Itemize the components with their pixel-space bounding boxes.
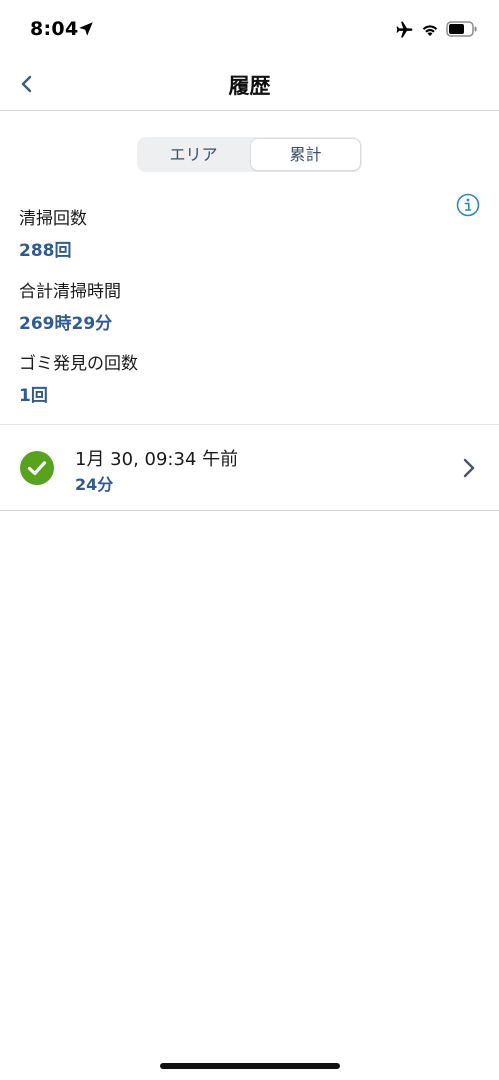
- divider: [0, 510, 499, 511]
- history-duration: 24分: [75, 475, 114, 494]
- home-indicator[interactable]: [160, 1063, 340, 1069]
- wifi-icon: [422, 25, 438, 37]
- info-icon[interactable]: [456, 193, 480, 217]
- airplane-icon: [396, 21, 413, 38]
- stat-value-dirt-detected: 1回: [19, 386, 48, 406]
- stat-value-cleaning-count: 288回: [19, 241, 72, 261]
- segmented-control: エリア 累計: [137, 137, 362, 172]
- history-date: 1月 30, 09:34 午前: [75, 449, 239, 470]
- status-time: 8:04: [30, 18, 79, 40]
- page-title: 履歴: [228, 74, 271, 98]
- location-arrow-icon: [79, 22, 93, 36]
- check-circle-icon: [20, 451, 54, 485]
- navigation-bar: 履歴: [0, 58, 499, 111]
- status-bar: 8:04: [0, 0, 499, 58]
- history-row[interactable]: 1月 30, 09:34 午前 24分: [0, 426, 499, 510]
- segment-area[interactable]: エリア: [139, 139, 248, 170]
- chevron-right-icon: [463, 458, 475, 478]
- stat-label-dirt-detected: ゴミ発見の回数: [19, 354, 138, 374]
- stat-label-cleaning-count: 清掃回数: [19, 209, 87, 229]
- divider: [0, 424, 499, 425]
- stat-value-total-time: 269時29分: [19, 314, 113, 334]
- battery-icon: [446, 21, 477, 37]
- stat-label-total-time: 合計清掃時間: [19, 282, 121, 302]
- segment-total[interactable]: 累計: [251, 139, 360, 170]
